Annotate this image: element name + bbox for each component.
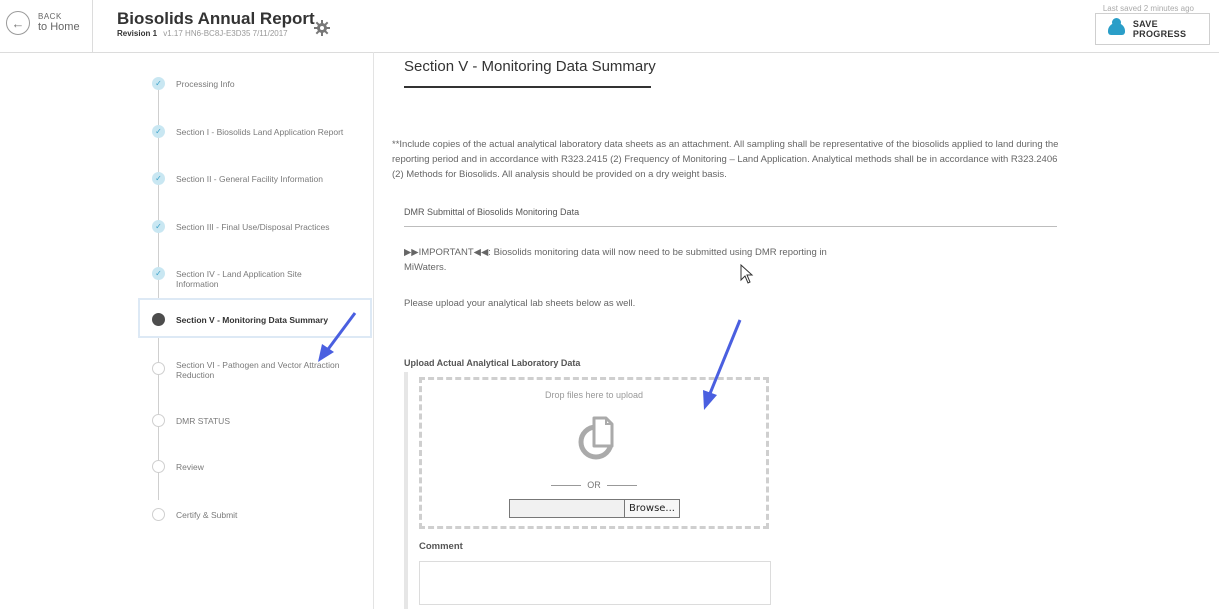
nav-step-label: Section V - Monitoring Data Summary [176,315,329,325]
active-step-icon [152,313,165,326]
section-title: Section V - Monitoring Data Summary [404,58,656,75]
nav-step-label: Review [176,462,204,472]
file-picker: Browse... [509,499,680,518]
section-nav: ✓ Processing Info ✓ Section I - Biosolid… [138,60,375,609]
page-title: Biosolids Annual Report [117,9,315,28]
nav-step-label: Certify & Submit [176,510,238,520]
revision-label: Revision 1 [117,29,158,38]
back-label-big: to Home [38,21,80,33]
back-to-home-button[interactable]: ← BACK to Home [0,0,93,52]
save-progress-label: SAVE PROGRESS [1132,19,1187,39]
drop-files-text: Drop files here to upload [544,390,644,400]
or-separator: OR [422,480,766,490]
file-attach-icon [578,416,614,460]
nav-step-label: Section VI - Pathogen and Vector Attract… [176,360,340,380]
nav-step-section-v[interactable]: Section V - Monitoring Data Summary [138,298,372,338]
back-label: BACK to Home [38,11,80,33]
nav-step-label: Section II - General Facility Informatio… [176,174,323,184]
upload-section-title: Upload Actual Analytical Laboratory Data [404,358,581,368]
pending-step-icon [152,508,165,521]
pending-step-icon [152,460,165,473]
check-icon: ✓ [152,77,165,90]
check-icon: ✓ [152,125,165,138]
file-dropzone[interactable]: Drop files here to upload OR Browse... [419,377,769,529]
file-path-field[interactable] [509,499,624,518]
title-underline [404,86,651,88]
browse-button[interactable]: Browse... [624,499,680,518]
nav-step-label: Processing Info [176,79,235,89]
content-divider [373,52,374,609]
nav-step-label: Section III - Final Use/Disposal Practic… [176,222,330,232]
version-info: v1.17 HN6-BC8J-E3D35 7/11/2017 [163,29,288,38]
pending-step-icon [152,414,165,427]
back-arrow-icon: ← [6,11,30,35]
cloud-upload-icon [1108,18,1125,35]
nav-step-label: DMR STATUS [176,416,230,426]
check-icon: ✓ [152,172,165,185]
last-saved-text: Last saved 2 minutes ago [1102,4,1194,13]
upload-section-bar [404,372,408,609]
nav-connector-line [158,82,159,500]
dmr-submittal-heading: DMR Submittal of Biosolids Monitoring Da… [404,207,580,217]
nav-step-label: Section I - Biosolids Land Application R… [176,127,344,137]
comment-label: Comment [419,541,463,552]
app-header: ← BACK to Home Biosolids Annual Report R… [0,0,1219,53]
report-meta: Revision 1 v1.17 HN6-BC8J-E3D35 7/11/201… [117,29,288,38]
nav-step-label: Section IV - Land Application Site Infor… [176,269,302,289]
important-notice: ▶▶IMPORTANT◀◀: Biosolids monitoring data… [404,247,827,273]
pending-step-icon [152,362,165,375]
gear-icon[interactable] [314,20,330,36]
divider [404,226,1057,227]
comment-textarea[interactable] [419,561,771,605]
upload-instructions: Please upload your analytical lab sheets… [404,298,636,309]
intro-paragraph: **Include copies of the actual analytica… [392,139,1059,180]
check-icon: ✓ [152,220,165,233]
save-progress-button[interactable]: SAVE PROGRESS [1095,13,1210,45]
or-text: OR [587,480,601,490]
check-icon: ✓ [152,267,165,280]
